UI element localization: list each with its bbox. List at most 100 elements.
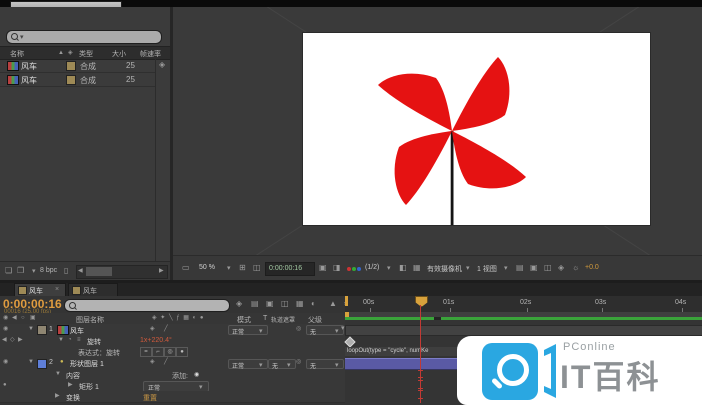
collapse-switch-icon[interactable]: ◈ [150,326,155,332]
trash-icon[interactable]: ▯ [64,267,68,275]
snapshot-icon[interactable]: ▣ [319,264,327,272]
fast-preview-icon[interactable]: ◧ [399,264,407,272]
bit-depth-icon[interactable]: ▾ [32,267,36,275]
project-row[interactable]: 风车 合成 25 [0,72,155,87]
project-row[interactable]: 风车 合成 25 [0,58,155,73]
transparency-grid-icon[interactable]: ▦ [413,264,421,272]
project-scrollbar[interactable]: ◀ ▶ [76,265,168,279]
camera-dropdown-icon[interactable]: ▾ [466,264,470,272]
stopwatch-icon[interactable]: ◔ [68,337,72,343]
graph-editor-icon[interactable]: ▲ [329,300,337,308]
expression-enable-icon[interactable]: = [140,347,152,357]
exposure-value[interactable]: +0.0 [585,264,599,271]
parent-pickwhip-icon[interactable]: ◎ [296,326,301,332]
scrollbar-thumb[interactable] [86,267,112,276]
scroll-left-icon[interactable]: ◀ [78,268,83,274]
new-folder-icon[interactable]: ❐ [17,267,24,275]
tab-composition[interactable]: 风车 [68,283,118,297]
draft-3d-icon[interactable]: ▤ [251,300,259,308]
search-icon [69,302,76,309]
twirl-icon[interactable]: ▶ [68,382,73,388]
eye-icon[interactable]: ◉ [3,326,8,332]
interpret-footage-icon[interactable]: ❏ [5,267,12,275]
expression-pickwhip-icon[interactable]: ◎ [164,347,176,357]
parent-pickwhip-icon[interactable]: ◎ [296,359,301,365]
magnification-dropdown-icon[interactable]: ▾ [227,264,231,272]
mask-visibility-icon[interactable]: ◫ [544,264,552,272]
grid-guides-icon[interactable]: ⊞ [239,264,246,272]
trkmat-dropdown[interactable]: 无 ▾ [268,359,296,369]
expression-text[interactable]: loopOut(type = "cycle", numKe [347,348,428,354]
camera-view-value[interactable]: 有效摄像机 [427,264,462,274]
search-options-icon[interactable]: ▾ [20,33,24,41]
video-column-icon: ◉ [3,315,8,321]
twirl-icon[interactable]: ▼ [55,371,61,377]
composition-canvas[interactable] [303,33,650,225]
column-trkmat[interactable]: 轨道遮罩 [271,315,295,324]
quality-switch-icon[interactable]: ╱ [164,326,168,332]
twirl-icon[interactable]: ▼ [58,337,64,343]
shy-icon[interactable]: ▣ [266,300,274,308]
next-keyframe-icon[interactable]: ▶ [18,337,23,343]
transform-label[interactable]: 变换 [66,393,80,403]
flowchart-icon[interactable]: ◈ [159,61,165,69]
rotation-value[interactable]: 1x+220.4° [140,337,172,344]
view-layout-value[interactable]: 1 视图 [477,264,497,274]
parent-dropdown[interactable]: 无 ▾ [306,325,344,335]
reset-link[interactable]: 重置 [143,393,157,403]
track-options-icon[interactable]: ▾ [341,324,345,332]
close-icon[interactable]: × [55,286,59,293]
layer-label-swatch[interactable] [37,325,47,335]
share-view-icon[interactable]: ▤ [516,264,524,272]
auto-keyframe-icon[interactable]: ◐ [311,300,316,308]
blend-mode-dropdown[interactable]: 正常 ▾ [228,359,268,369]
magnification-value[interactable]: 50 % [199,264,215,271]
add-shape-icon[interactable]: ◉ [194,371,199,378]
tab-composition-active[interactable]: 风车 × [14,283,66,297]
bit-depth-label[interactable]: 8 bpc [40,267,57,274]
project-search-input[interactable]: ▾ [6,30,162,44]
time-ruler[interactable]: 00s 01s 02s 03s 04s [345,296,702,313]
toggle-mask-icon[interactable]: ◫ [253,264,261,272]
visibility-dot-icon[interactable]: ● [3,382,7,388]
work-area-start-marker[interactable] [345,296,348,306]
expression-graph-icon[interactable]: ⌐ [152,347,164,357]
comp-layer-bar[interactable] [345,325,702,336]
sort-arrow-icon[interactable]: ▲ [58,50,64,56]
expression-language-icon[interactable]: ● [176,347,188,357]
scroll-right-icon[interactable]: ▶ [159,268,164,274]
comp-mini-flowchart-icon[interactable]: ◈ [236,300,242,308]
prev-keyframe-icon[interactable]: ◀ [2,337,7,343]
exposure-icon[interactable]: ☼ [572,264,579,272]
timeline-search-input[interactable] [64,299,230,312]
blend-mode-dropdown[interactable]: 正常 ▾ [228,325,268,335]
label-color-swatch[interactable] [66,75,76,85]
parent-dropdown[interactable]: 无 ▾ [306,359,344,369]
motion-blur-icon[interactable]: ▦ [296,300,304,308]
region2-icon[interactable]: ▣ [530,264,538,272]
label-column-icon[interactable]: ◈ [68,50,73,56]
show-snapshot-icon[interactable]: ◨ [333,264,341,272]
layer-label-swatch[interactable] [37,359,47,369]
view-layout-dropdown-icon[interactable]: ▾ [504,264,508,272]
transform-row[interactable]: ▶ 变换 重置 [0,391,345,403]
tab-label: 风车 [29,286,43,296]
layer-name[interactable]: 形状图层 1 [70,359,104,369]
twirl-icon[interactable]: ▼ [28,359,34,365]
collapse-switch-icon[interactable]: ◈ [150,359,155,365]
quality-switch-icon[interactable]: ╱ [164,359,168,365]
twirl-icon[interactable]: ▼ [28,326,34,332]
channels-icon[interactable] [347,267,351,271]
viewer-timecode-field[interactable]: 0:00:00:16 [265,262,315,276]
twirl-icon[interactable]: ▶ [55,393,60,399]
eye-icon[interactable]: ◉ [3,359,8,365]
resolution-dropdown-icon[interactable]: ▾ [387,264,391,272]
region-of-interest-icon[interactable]: ▭ [182,264,190,272]
label-color-swatch[interactable] [66,61,76,71]
ruler-tick-label: 04s [675,299,686,306]
frame-blend-icon[interactable]: ◫ [281,300,289,308]
add-keyframe-icon[interactable]: ◇ [10,337,15,343]
after-effects-window: ▾ 名称 ▲ ◈ 类型 大小 帧速率 风车 合成 25 风车 合成 25 ◈ [0,0,702,405]
resolution-value[interactable]: (1/2) [365,264,379,271]
mini-flowchart-icon[interactable]: ◈ [558,264,564,272]
